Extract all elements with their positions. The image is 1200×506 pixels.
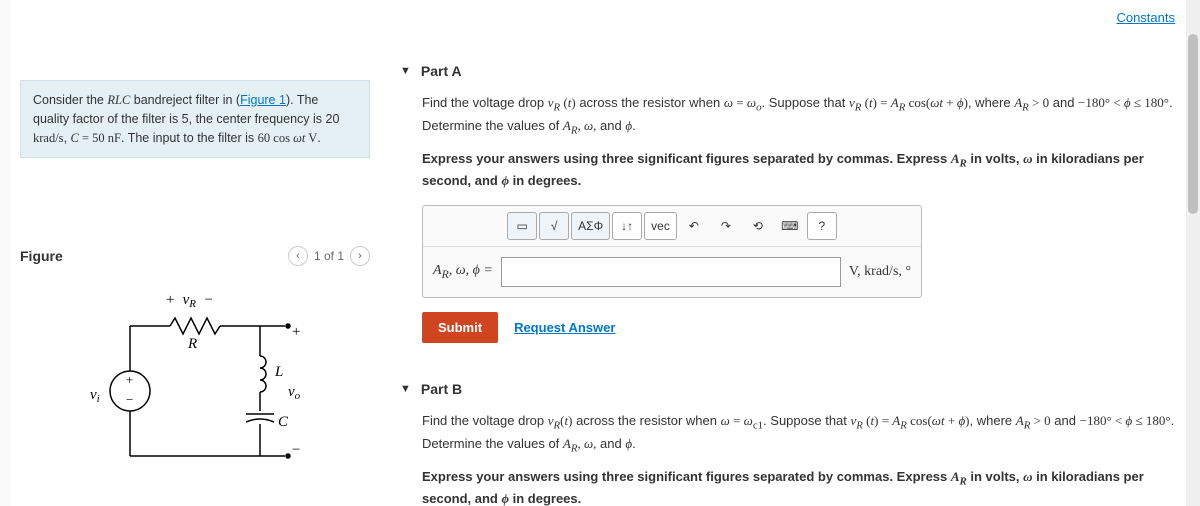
- svg-text:+ vR −: + vR −: [165, 292, 214, 310]
- sqrt-button[interactable]: √: [539, 212, 569, 240]
- part-b-title: Part B: [421, 381, 462, 397]
- request-answer-a[interactable]: Request Answer: [514, 320, 615, 335]
- svg-text:+: +: [292, 324, 300, 340]
- answer-lhs: AR, ω, ϕ =: [433, 263, 493, 281]
- svg-text:vo: vo: [288, 384, 301, 402]
- part-b-prompt: Find the voltage drop vR(t) across the r…: [422, 411, 1190, 457]
- scrollbar[interactable]: [1186, 0, 1200, 506]
- part-a-instructions: Express your answers using three signifi…: [422, 149, 1190, 191]
- answer-input-a[interactable]: [501, 257, 841, 287]
- svg-text:R: R: [187, 336, 197, 352]
- figure-link[interactable]: Figure 1: [240, 93, 286, 107]
- constants-link[interactable]: Constants: [1116, 10, 1175, 25]
- help-button[interactable]: ?: [807, 212, 837, 240]
- undo-button[interactable]: ↶: [679, 212, 709, 240]
- updown-button[interactable]: ↓↑: [612, 212, 642, 240]
- part-b-instructions: Express your answers using three signifi…: [422, 467, 1190, 506]
- part-a-prompt: Find the voltage drop vR (t) across the …: [422, 93, 1190, 139]
- templates-button[interactable]: ▭: [507, 212, 537, 240]
- figure-page: 1 of 1: [314, 249, 344, 263]
- part-a-toggle[interactable]: ▼: [400, 65, 411, 77]
- answer-units: V, krad/s, °: [849, 264, 911, 280]
- svg-text:C: C: [278, 414, 289, 430]
- submit-button-a[interactable]: Submit: [422, 312, 498, 343]
- circuit-diagram: + vR − R L C + vo − vi + −: [70, 286, 310, 486]
- part-b-toggle[interactable]: ▼: [400, 383, 411, 395]
- part-a-title: Part A: [421, 63, 462, 79]
- problem-statement: Consider the RLC bandreject filter in (F…: [20, 80, 370, 158]
- svg-text:L: L: [274, 364, 283, 380]
- keyboard-button[interactable]: ⌨: [775, 212, 805, 240]
- figure-next-button[interactable]: ›: [350, 246, 370, 266]
- svg-text:−: −: [126, 392, 133, 407]
- figure-prev-button[interactable]: ‹: [288, 246, 308, 266]
- svg-text:−: −: [292, 442, 300, 458]
- svg-text:+: +: [126, 372, 133, 387]
- reset-button[interactable]: ⟲: [743, 212, 773, 240]
- greek-button[interactable]: ΑΣΦ: [571, 212, 610, 240]
- figure-label: Figure: [20, 248, 63, 264]
- vec-button[interactable]: vec: [644, 212, 677, 240]
- redo-button[interactable]: ↷: [711, 212, 741, 240]
- svg-text:vi: vi: [90, 387, 100, 405]
